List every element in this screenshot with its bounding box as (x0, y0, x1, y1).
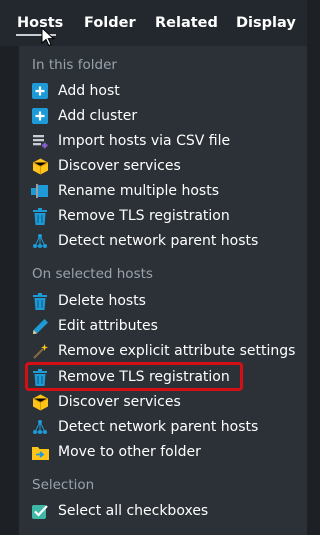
menu-item-remove-tls-folder[interactable]: Remove TLS registration (28, 205, 306, 227)
menu-item-import-csv[interactable]: Import hosts via CSV file (28, 130, 306, 152)
network-parents-icon (31, 232, 49, 250)
menu-item-label: Delete hosts (58, 293, 146, 309)
menu-item-discover-services[interactable]: Discover services (28, 155, 306, 177)
pencil-icon (31, 317, 49, 335)
menu-item-label: Add host (58, 83, 120, 99)
menu-item-label: Discover services (58, 394, 181, 410)
discover-services-icon (31, 157, 49, 175)
menu-item-label: Discover services (58, 158, 181, 174)
menu-related[interactable]: Related (155, 15, 218, 31)
checkbox-icon (31, 502, 49, 520)
menu-item-label: Import hosts via CSV file (58, 133, 231, 149)
menu-item-detect-parents-selected[interactable]: Detect network parent hosts (28, 416, 306, 438)
section-title-selection: Selection (32, 477, 95, 493)
move-folder-icon (31, 443, 49, 461)
section-title-in-this-folder: In this folder (32, 57, 117, 73)
rename-hosts-icon (31, 182, 49, 200)
menu-item-label: Detect network parent hosts (58, 419, 259, 435)
trash-icon (31, 207, 49, 225)
menu-item-rename-hosts[interactable]: Rename multiple hosts (28, 180, 306, 202)
menu-item-label: Edit attributes (58, 318, 158, 334)
menu-folder[interactable]: Folder (84, 15, 136, 31)
section-title-on-selected-hosts: On selected hosts (32, 266, 153, 282)
menu-item-select-all[interactable]: Select all checkboxes (28, 500, 306, 522)
menu-item-add-host[interactable]: Add host (28, 80, 306, 102)
menu-item-label: Select all checkboxes (58, 503, 209, 519)
add-host-icon (31, 82, 49, 100)
add-cluster-icon (31, 107, 49, 125)
menu-item-discover-services-selected[interactable]: Discover services (28, 391, 306, 413)
discover-services-icon (31, 393, 49, 411)
menu-item-add-cluster[interactable]: Add cluster (28, 105, 306, 127)
menu-display[interactable]: Display (236, 15, 296, 31)
menu-item-label: Remove TLS registration (58, 208, 230, 224)
menu-item-remove-explicit-attributes[interactable]: Remove explicit attribute settings (28, 340, 306, 362)
menu-item-edit-attributes[interactable]: Edit attributes (28, 315, 306, 337)
menu-item-label: Detect network parent hosts (58, 233, 259, 249)
menu-item-label: Rename multiple hosts (58, 183, 219, 199)
trash-icon (31, 292, 49, 310)
menu-item-label: Move to other folder (58, 444, 201, 460)
menu-item-delete-hosts[interactable]: Delete hosts (28, 290, 306, 312)
mouse-cursor-icon (41, 27, 55, 47)
network-parents-icon (31, 418, 49, 436)
menu-item-label: Add cluster (58, 108, 138, 124)
highlight-box (25, 362, 243, 391)
import-csv-icon (31, 132, 49, 150)
wand-icon (31, 342, 49, 360)
menu-item-move-folder[interactable]: Move to other folder (28, 441, 306, 463)
menu-item-detect-parents-folder[interactable]: Detect network parent hosts (28, 230, 306, 252)
menu-item-label: Remove explicit attribute settings (58, 343, 296, 359)
